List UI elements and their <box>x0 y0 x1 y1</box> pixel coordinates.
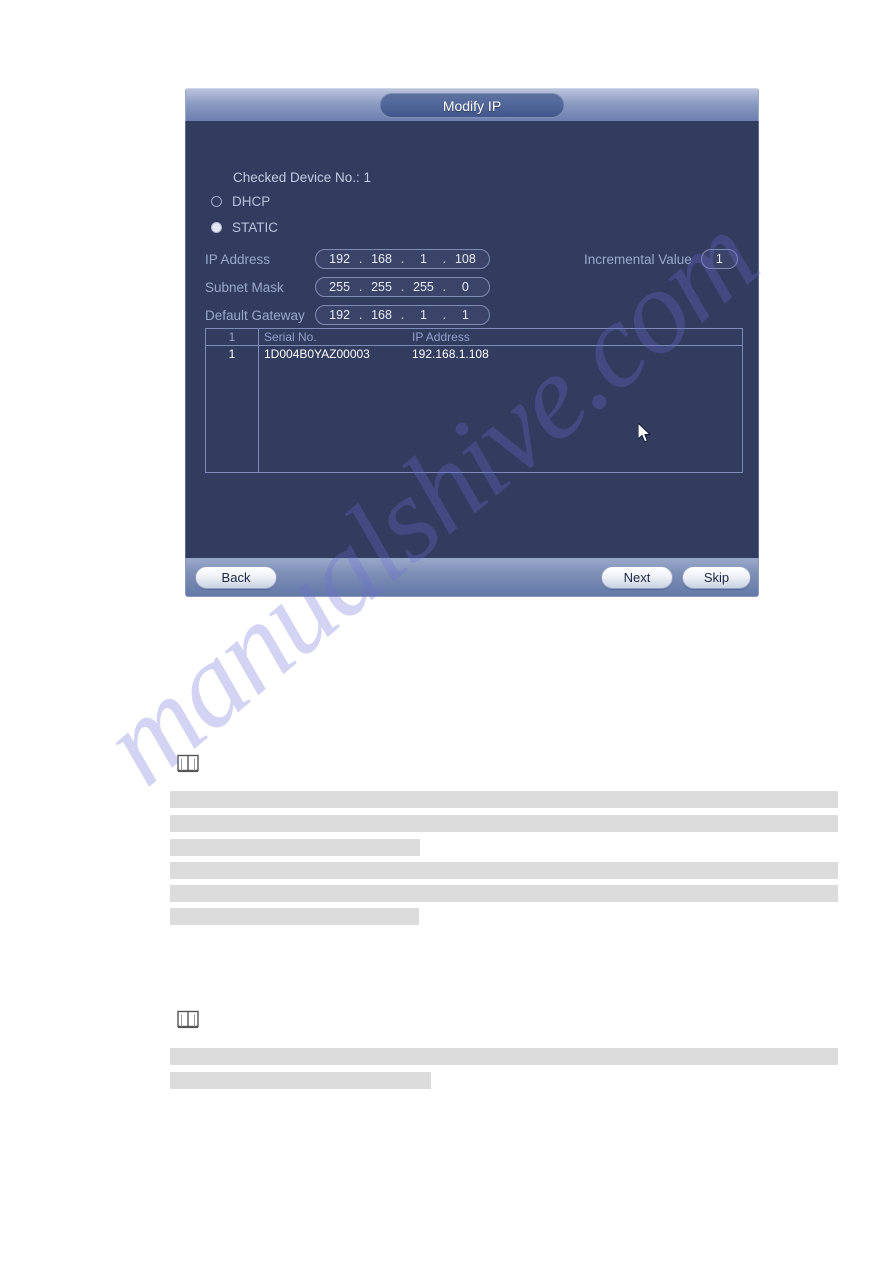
ip-separator: . <box>442 280 447 294</box>
back-button[interactable]: Back <box>195 566 277 589</box>
modify-ip-dialog: Modify IP Checked Device No.: 1 DHCP STA… <box>185 88 759 597</box>
mask-octet-3: 255 <box>413 280 434 294</box>
ip-separator: . <box>358 280 363 294</box>
dialog-footer: Back Next Skip <box>185 558 759 597</box>
redacted-text-line <box>170 862 838 879</box>
table-cell-index: 1 <box>206 346 259 364</box>
mask-octet-1: 255 <box>329 280 351 294</box>
radio-unselected-icon <box>211 196 222 207</box>
gw-octet-2: 168 <box>371 308 392 322</box>
ip-separator: . <box>400 280 405 294</box>
table-empty-area <box>206 364 742 472</box>
redacted-text-line <box>170 1072 431 1089</box>
table-empty-index-column <box>206 364 259 472</box>
next-button[interactable]: Next <box>601 566 673 589</box>
default-gateway-input[interactable]: 192 . 168 . 1 . 1 <box>315 305 490 325</box>
table-cell-serial: 1D004B0YAZ00003 <box>264 347 370 361</box>
book-note-icon <box>177 1010 199 1029</box>
subnet-mask-input[interactable]: 255 . 255 . 255 . 0 <box>315 277 490 297</box>
redacted-text-line <box>170 839 420 856</box>
ip-octet-3: 1 <box>419 252 427 266</box>
table-empty-ip-column <box>407 364 742 472</box>
dialog-titlebar: Modify IP <box>185 88 759 121</box>
ip-separator: . <box>358 308 363 322</box>
field-label-default-gateway: Default Gateway <box>205 307 305 323</box>
mask-octet-2: 255 <box>371 280 392 294</box>
radio-label-dhcp: DHCP <box>232 194 271 209</box>
ip-separator: . <box>358 252 363 266</box>
table-header-ip: IP Address <box>412 330 470 344</box>
table-empty-serial-column <box>259 364 407 472</box>
redacted-text-line <box>170 815 838 832</box>
table-header-row: 1 Serial No. IP Address <box>206 329 742 346</box>
field-label-incremental-value: Incremental Value <box>584 251 692 267</box>
table-header-serial: Serial No. <box>264 330 317 344</box>
field-default-gateway: Default Gateway 192 . 168 . 1 . 1 <box>205 304 490 326</box>
field-label-ip-address: IP Address <box>205 251 271 267</box>
radio-label-static: STATIC <box>232 220 278 235</box>
field-ip-address: IP Address 192 . 168 . 1 . 108 <box>205 248 490 270</box>
mask-octet-4: 0 <box>461 280 469 294</box>
device-list-table: 1 Serial No. IP Address 1 1D004B0YAZ0000… <box>205 328 743 473</box>
skip-button[interactable]: Skip <box>682 566 751 589</box>
ip-octet-1: 192 <box>329 252 351 266</box>
field-subnet-mask: Subnet Mask 255 . 255 . 255 . 0 <box>205 276 490 298</box>
ip-separator: . <box>400 252 405 266</box>
gw-octet-1: 192 <box>329 308 351 322</box>
gw-octet-3: 1 <box>419 308 427 322</box>
ip-address-input[interactable]: 192 . 168 . 1 . 108 <box>315 249 490 269</box>
ip-octet-2: 168 <box>371 252 392 266</box>
ip-octet-4: 108 <box>454 252 476 266</box>
radio-selected-icon <box>211 222 222 233</box>
book-note-icon <box>177 754 199 773</box>
redacted-text-line <box>170 791 838 808</box>
dialog-title: Modify IP <box>379 93 565 118</box>
redacted-text-line <box>170 885 838 902</box>
field-incremental-value: Incremental Value 1 <box>584 248 738 270</box>
table-cell-ip: 192.168.1.108 <box>412 347 489 361</box>
ip-separator: . <box>400 308 405 322</box>
checked-device-count-label: Checked Device No.: 1 <box>233 170 372 185</box>
redacted-text-line <box>170 1048 838 1065</box>
radio-option-static[interactable]: STATIC <box>211 220 278 235</box>
dialog-body: Checked Device No.: 1 DHCP STATIC IP Add… <box>185 121 759 558</box>
ip-separator: . <box>442 252 447 266</box>
radio-option-dhcp[interactable]: DHCP <box>211 194 270 209</box>
table-row[interactable]: 1 1D004B0YAZ00003 192.168.1.108 <box>206 346 742 364</box>
table-header-index: 1 <box>206 329 259 345</box>
redacted-text-line <box>170 908 419 925</box>
gw-octet-4: 1 <box>461 308 469 322</box>
incremental-value-input[interactable]: 1 <box>700 249 738 269</box>
field-label-subnet-mask: Subnet Mask <box>205 279 284 295</box>
ip-separator: . <box>442 308 447 322</box>
